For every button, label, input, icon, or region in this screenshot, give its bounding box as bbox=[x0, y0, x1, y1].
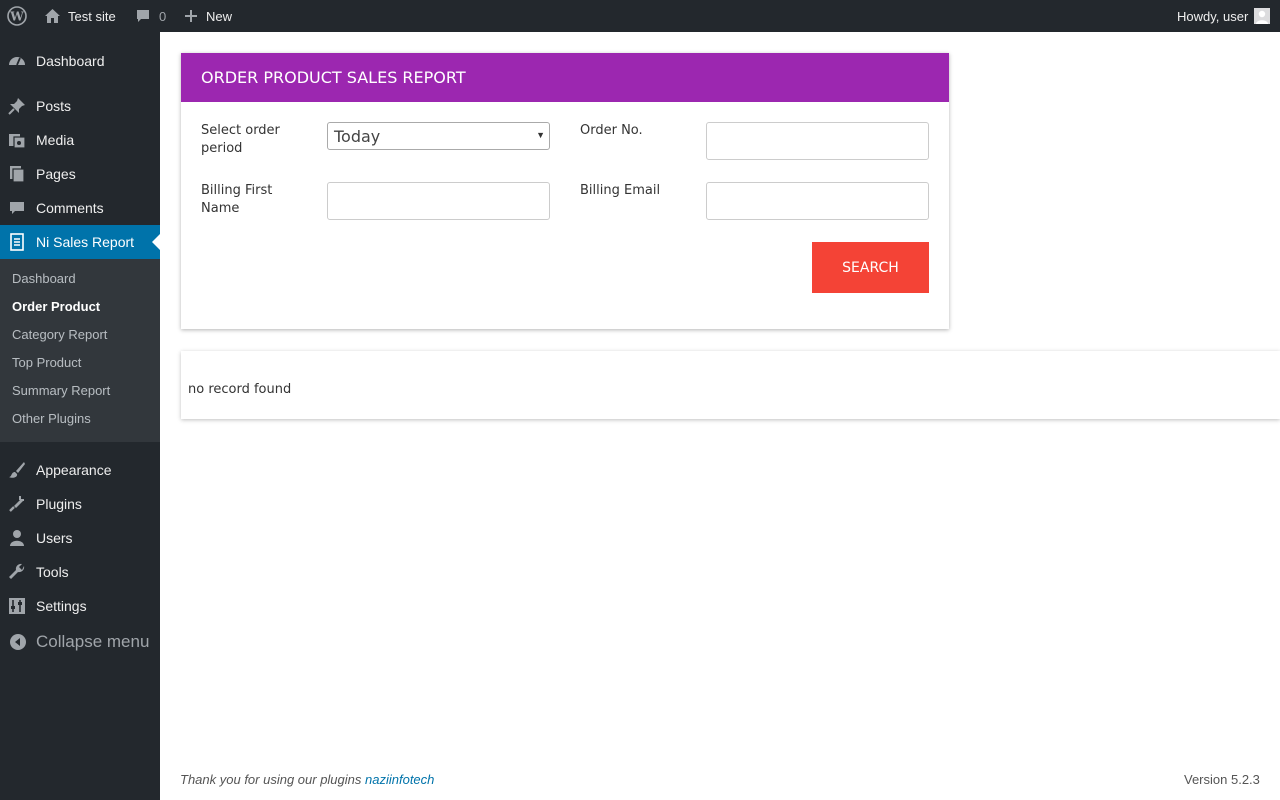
submenu-item-top-product[interactable]: Top Product bbox=[12, 353, 81, 373]
new-content-link[interactable]: New bbox=[184, 0, 232, 32]
billing-first-name-input[interactable] bbox=[327, 182, 550, 220]
sidebar-item-label: Dashboard bbox=[36, 53, 105, 69]
pin-icon bbox=[8, 97, 26, 115]
page-title: ORDER PRODUCT SALES REPORT bbox=[201, 68, 466, 87]
sidebar-item-appearance[interactable]: Appearance bbox=[0, 453, 160, 487]
collapse-menu-label: Collapse menu bbox=[36, 632, 150, 651]
sidebar-item-label: Appearance bbox=[36, 462, 112, 478]
sidebar-item-users[interactable]: Users bbox=[0, 521, 160, 555]
sidebar-item-label: Ni Sales Report bbox=[36, 234, 135, 250]
admin-sidebar: Dashboard Posts Media Pages Comments Ni … bbox=[0, 32, 160, 800]
sidebar-item-settings[interactable]: Settings bbox=[0, 589, 160, 623]
footer-thanks-text: Thank you for using our plugins bbox=[180, 772, 362, 787]
sidebar-item-ni-sales-report[interactable]: Ni Sales Report bbox=[0, 225, 160, 259]
panel-header: ORDER PRODUCT SALES REPORT bbox=[181, 53, 949, 102]
sidebar-item-plugins[interactable]: Plugins bbox=[0, 487, 160, 521]
billing-email-label: Billing Email bbox=[580, 183, 661, 198]
sidebar-item-label: Pages bbox=[36, 166, 76, 182]
sidebar-item-label: Comments bbox=[36, 200, 104, 216]
period-label: Select order period bbox=[201, 123, 280, 156]
wrench-icon bbox=[8, 563, 26, 581]
sidebar-item-label: Users bbox=[36, 530, 73, 546]
sidebar-item-label: Media bbox=[36, 132, 75, 148]
sidebar-item-media[interactable]: Media bbox=[0, 123, 160, 157]
sliders-icon bbox=[8, 597, 26, 615]
search-button[interactable]: SEARCH bbox=[812, 242, 929, 293]
home-icon bbox=[44, 8, 61, 24]
plus-icon bbox=[184, 9, 198, 23]
avatar bbox=[1254, 8, 1271, 24]
chevron-down-icon: ▼ bbox=[536, 130, 545, 140]
new-label: New bbox=[206, 8, 233, 24]
report-filter-panel: ORDER PRODUCT SALES REPORT Select order … bbox=[181, 53, 949, 329]
media-icon bbox=[8, 131, 26, 149]
report-icon bbox=[8, 233, 26, 251]
order-period-value: Today bbox=[334, 127, 381, 146]
ni-sales-report-submenu: Dashboard Order Product Category Report … bbox=[0, 259, 160, 442]
submenu-item-other-plugins[interactable]: Other Plugins bbox=[12, 409, 91, 429]
footer-thanks: Thank you for using our plugins naziinfo… bbox=[180, 772, 434, 787]
results-panel: no record found bbox=[181, 351, 1280, 419]
comment-icon bbox=[8, 199, 26, 217]
collapse-menu-button[interactable]: Collapse menu bbox=[0, 625, 160, 659]
sidebar-item-dashboard[interactable]: Dashboard bbox=[0, 44, 160, 78]
submenu-item-summary-report[interactable]: Summary Report bbox=[12, 381, 110, 401]
wordpress-logo-icon[interactable]: W bbox=[7, 0, 27, 32]
dashboard-icon bbox=[8, 52, 26, 70]
svg-text:W: W bbox=[9, 10, 24, 24]
comments-count: 0 bbox=[159, 8, 167, 24]
submenu-item-dashboard[interactable]: Dashboard bbox=[12, 269, 76, 289]
admin-bar: W Test site 0 New Howdy, user bbox=[0, 0, 1280, 32]
sidebar-item-label: Tools bbox=[36, 564, 69, 580]
account-menu[interactable]: Howdy, user bbox=[1177, 0, 1271, 32]
comments-link[interactable]: 0 bbox=[135, 0, 166, 32]
site-name-link[interactable]: Test site bbox=[44, 0, 116, 32]
order-period-select[interactable]: Today ▼ bbox=[327, 122, 550, 150]
user-icon bbox=[8, 529, 26, 547]
billing-email-input[interactable] bbox=[706, 182, 929, 220]
sidebar-item-posts[interactable]: Posts bbox=[0, 89, 160, 123]
submenu-item-order-product[interactable]: Order Product bbox=[12, 297, 100, 317]
footer-version: Version 5.2.3 bbox=[1184, 772, 1260, 787]
pages-icon bbox=[8, 165, 26, 183]
site-name: Test site bbox=[68, 8, 116, 24]
comment-icon bbox=[135, 8, 151, 24]
order-no-label: Order No. bbox=[580, 123, 643, 138]
sidebar-item-label: Settings bbox=[36, 598, 87, 614]
collapse-arrow-icon bbox=[9, 633, 27, 656]
plug-icon bbox=[8, 495, 26, 513]
sidebar-item-pages[interactable]: Pages bbox=[0, 157, 160, 191]
billing-first-name-label: Billing First Name bbox=[201, 183, 273, 216]
sidebar-item-tools[interactable]: Tools bbox=[0, 555, 160, 589]
greeting: Howdy, user bbox=[1177, 8, 1249, 24]
sidebar-item-label: Plugins bbox=[36, 496, 82, 512]
footer-link[interactable]: naziinfotech bbox=[365, 772, 434, 787]
sidebar-item-comments[interactable]: Comments bbox=[0, 191, 160, 225]
brush-icon bbox=[8, 461, 26, 479]
submenu-item-category-report[interactable]: Category Report bbox=[12, 325, 107, 345]
sidebar-item-label: Posts bbox=[36, 98, 72, 114]
order-no-input[interactable] bbox=[706, 122, 929, 160]
no-records-message: no record found bbox=[188, 382, 292, 397]
